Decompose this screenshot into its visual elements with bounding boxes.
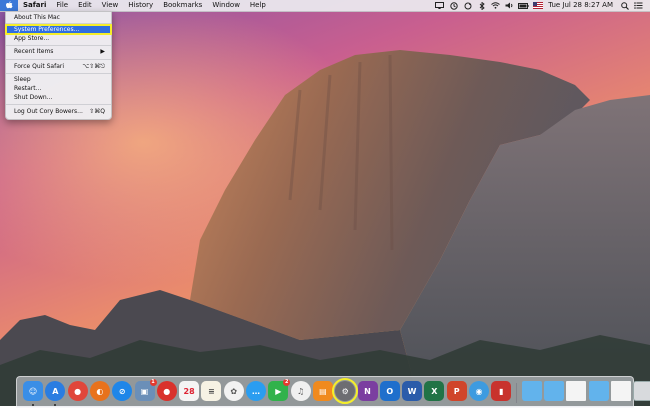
menu-item-label: System Preferences... bbox=[14, 26, 80, 33]
bluetooth-icon[interactable] bbox=[476, 0, 487, 11]
chrome-icon[interactable]: ● bbox=[67, 381, 88, 401]
menu-app-name[interactable]: Safari bbox=[18, 0, 51, 11]
notification-badge: 1 bbox=[149, 379, 157, 386]
document-stack-icon[interactable] bbox=[566, 381, 587, 401]
notification-center-icon[interactable] bbox=[633, 0, 644, 11]
safari-icon[interactable]: ⊘ bbox=[112, 381, 133, 401]
app-store-icon[interactable]: A bbox=[45, 381, 66, 401]
notes-icon[interactable]: ≡ bbox=[201, 381, 222, 401]
menu-item-label: Shut Down... bbox=[14, 94, 53, 101]
downloads-folder-icon[interactable] bbox=[588, 381, 609, 401]
menu-divider bbox=[6, 45, 111, 46]
menu-divider bbox=[6, 73, 111, 74]
menu-divider bbox=[6, 59, 111, 60]
menu-edit[interactable]: Edit bbox=[73, 0, 97, 11]
menu-clock[interactable]: Tue Jul 28 8:27 AM bbox=[548, 0, 613, 11]
menu-window[interactable]: Window bbox=[207, 0, 245, 11]
sync-icon[interactable] bbox=[462, 0, 473, 11]
itunes-icon[interactable]: ♫ bbox=[290, 381, 311, 401]
keynote-icon[interactable]: ▮ bbox=[491, 381, 512, 401]
menu-item-app-store[interactable]: App Store... bbox=[6, 34, 111, 43]
firefox-icon[interactable]: ◐ bbox=[89, 381, 110, 401]
menu-item-shortcut: ⇧⌘Q bbox=[89, 108, 105, 115]
preview-icon[interactable]: ▣ 1 bbox=[134, 379, 157, 401]
volume-icon[interactable] bbox=[504, 0, 515, 11]
input-flag-icon[interactable] bbox=[532, 0, 543, 11]
trash-icon[interactable] bbox=[633, 381, 650, 401]
applications-folder-icon[interactable] bbox=[521, 381, 542, 401]
facetime-icon[interactable]: ▶ 2 bbox=[268, 379, 291, 401]
spotlight-search-icon[interactable] bbox=[619, 0, 630, 11]
menu-item-label: Recent Items bbox=[14, 48, 54, 55]
menu-divider bbox=[6, 104, 111, 105]
menu-item-label: About This Mac bbox=[14, 14, 60, 21]
excel-icon[interactable]: X bbox=[424, 381, 445, 401]
word-icon[interactable]: W bbox=[402, 381, 423, 401]
notification-badge: 2 bbox=[283, 379, 291, 386]
system-preferences-icon[interactable]: ⚙ bbox=[332, 378, 359, 404]
menu-item-label: Force Quit Safari bbox=[14, 63, 65, 70]
menu-item-label: App Store... bbox=[14, 35, 50, 42]
menu-item-shut-down[interactable]: Shut Down... bbox=[6, 93, 111, 102]
messages-icon[interactable]: … bbox=[246, 381, 266, 401]
apple-menu-button[interactable] bbox=[0, 0, 18, 11]
menu-item-shortcut: ⌥⇧⌘⎋ bbox=[82, 63, 105, 70]
menu-item-about-this-mac[interactable]: About This Mac bbox=[6, 13, 111, 22]
menu-item-label: Restart... bbox=[14, 85, 42, 92]
menu-item-force-quit[interactable]: Force Quit Safari ⌥⇧⌘⎋ bbox=[6, 62, 111, 71]
menu-item-label: Sleep bbox=[14, 76, 31, 83]
menu-file[interactable]: File bbox=[51, 0, 73, 11]
finder-icon[interactable]: ☺ bbox=[23, 381, 43, 401]
apple-logo-icon bbox=[6, 1, 13, 9]
submenu-arrow-icon: ▶ bbox=[100, 48, 105, 55]
documents-folder-icon[interactable] bbox=[543, 381, 564, 401]
wifi-icon[interactable] bbox=[490, 0, 501, 11]
menu-item-recent-items[interactable]: Recent Items ▶ bbox=[6, 47, 111, 56]
time-machine-icon[interactable] bbox=[448, 0, 459, 11]
onenote-icon[interactable]: N bbox=[357, 381, 378, 401]
network-utility-icon[interactable]: ◉ bbox=[469, 381, 489, 401]
battery-icon[interactable] bbox=[518, 0, 529, 11]
dock-divider bbox=[515, 383, 517, 403]
menu-help[interactable]: Help bbox=[245, 0, 271, 11]
menu-view[interactable]: View bbox=[97, 0, 124, 11]
menu-history[interactable]: History bbox=[123, 0, 158, 11]
airplay-display-icon[interactable] bbox=[434, 0, 445, 11]
photo-booth-icon[interactable]: ● bbox=[156, 381, 177, 401]
menu-divider bbox=[6, 23, 111, 24]
menu-item-sleep[interactable]: Sleep bbox=[6, 75, 111, 84]
calendar-icon[interactable]: 28 bbox=[179, 381, 200, 401]
menu-item-system-preferences[interactable]: System Preferences... bbox=[5, 24, 112, 35]
menu-bookmarks[interactable]: Bookmarks bbox=[158, 0, 207, 11]
menu-item-label: Log Out Cory Bowers... bbox=[14, 108, 83, 115]
powerpoint-icon[interactable]: P bbox=[446, 381, 467, 401]
menu-item-log-out[interactable]: Log Out Cory Bowers... ⇧⌘Q bbox=[6, 107, 111, 116]
photos-icon[interactable]: ✿ bbox=[223, 381, 244, 401]
ibooks-icon[interactable]: ▤ bbox=[312, 381, 333, 401]
menu-item-restart[interactable]: Restart... bbox=[6, 84, 111, 93]
file-stack-icon[interactable] bbox=[610, 381, 631, 401]
outlook-icon[interactable]: O bbox=[379, 381, 400, 401]
apple-menu-dropdown: About This Mac System Preferences... App… bbox=[5, 11, 112, 120]
dock: ☺ A ● ◐ ⊘ ▣ 1 ● 28 ≡ ✿… ▶ 2 ♫ ▤ ⚙ N O W X P ◉ ▮ bbox=[16, 376, 650, 408]
